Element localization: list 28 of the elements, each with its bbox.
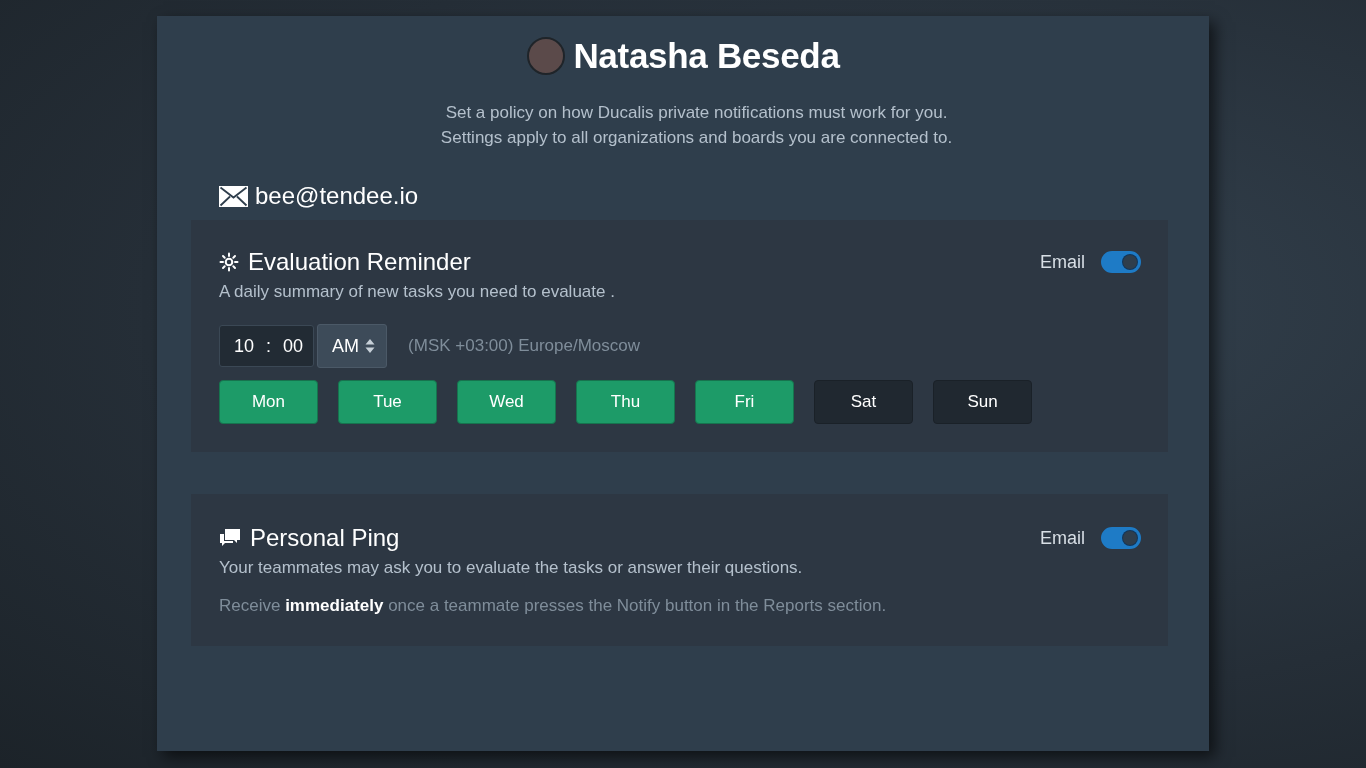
weekday-button[interactable]: Fri — [695, 380, 794, 424]
timezone-label: (MSK +03:00) Europe/Moscow — [408, 336, 641, 356]
chat-bubbles-icon — [219, 528, 241, 548]
card-description: Your teammates may ask you to evaluate the tasks or answer their questions. — [219, 558, 804, 578]
note-text: Receive immediately once a teammate presses the Notify button in the Reports section. — [219, 596, 888, 616]
sort-arrows-icon — [365, 338, 376, 354]
am-pm-select[interactable]: AM — [317, 324, 388, 368]
time-field[interactable]: 10 : 00 — [219, 325, 315, 367]
user-name: Natasha Beseda — [573, 36, 840, 76]
email-toggle[interactable] — [1101, 527, 1141, 549]
weekday-button[interactable]: Thu — [576, 380, 675, 424]
intro-text: Settings apply to all organizations and boards you are connected to. — [440, 127, 953, 149]
card-title: Evaluation Reminder — [248, 248, 471, 276]
channel-label: Email — [1040, 527, 1085, 549]
weekday-button[interactable]: Sat — [814, 380, 913, 424]
email-address: bee@tendee.io — [255, 182, 419, 210]
envelope-icon — [219, 185, 248, 207]
weekday-button[interactable]: Tue — [338, 380, 437, 424]
card-description: A daily summary of new tasks you need to evaluate . — [219, 282, 616, 302]
card-title: Personal Ping — [250, 524, 400, 552]
email-toggle[interactable] — [1101, 251, 1141, 273]
weekday-button[interactable]: Wed — [457, 380, 556, 424]
avatar — [527, 37, 566, 75]
channel-label: Email — [1040, 251, 1085, 273]
weekday-button[interactable]: Mon — [219, 380, 318, 424]
intro-text: Set a policy on how Ducalis private notifications must work for you. — [445, 102, 948, 124]
sun-icon — [219, 252, 239, 272]
weekday-button[interactable]: Sun — [933, 380, 1032, 424]
